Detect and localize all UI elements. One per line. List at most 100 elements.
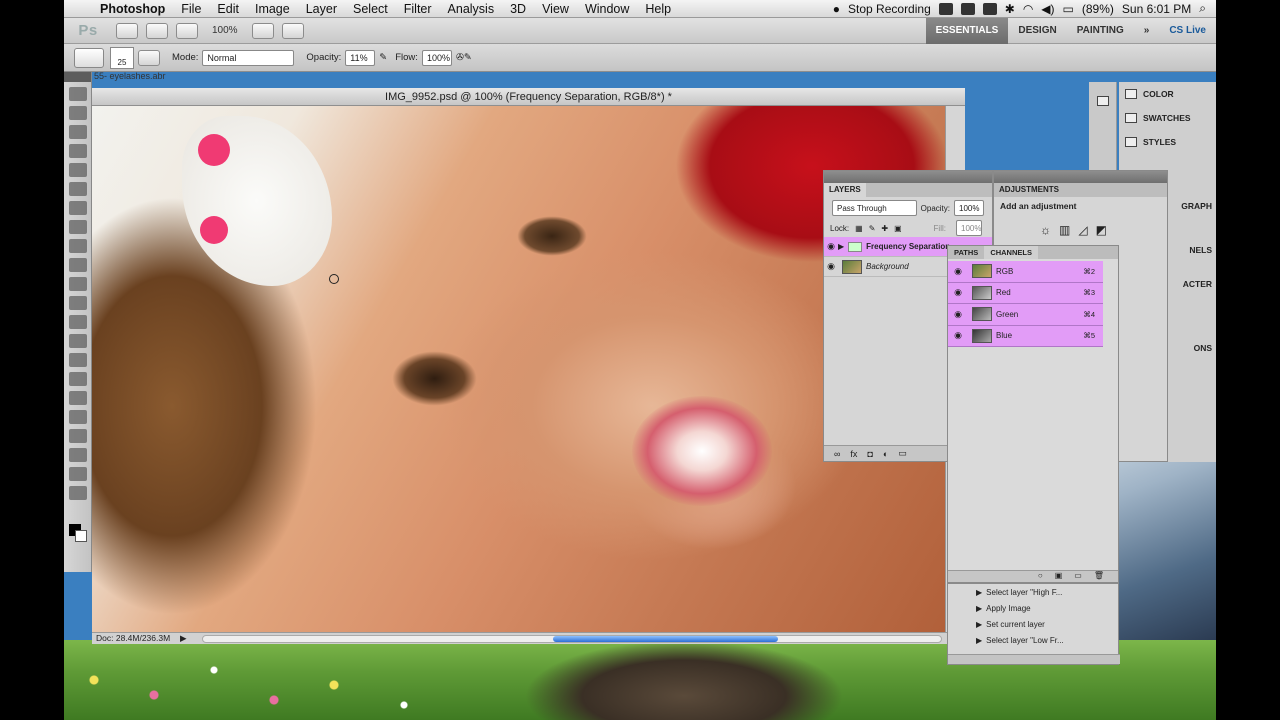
type-tool-icon[interactable]	[68, 372, 87, 386]
launch-bridge-button[interactable]	[116, 22, 138, 39]
expand-icon[interactable]: ▶	[976, 620, 982, 629]
zoom-level[interactable]: 100%	[212, 25, 238, 36]
record-icon[interactable]: ●	[833, 2, 840, 16]
background-color-swatch[interactable]	[75, 530, 87, 542]
lock-position-icon[interactable]: ✚	[881, 224, 888, 233]
status-menu-arrow-icon[interactable]: ▶	[180, 633, 187, 644]
brush-tool-icon[interactable]	[68, 220, 87, 234]
menu-select[interactable]: Select	[345, 2, 396, 16]
layer-name[interactable]: Background	[866, 262, 909, 271]
visibility-eye-icon[interactable]: ◉	[948, 309, 968, 320]
tool-preset-picker[interactable]	[74, 47, 104, 68]
tab-adjustments[interactable]: ADJUSTMENTS	[994, 183, 1167, 197]
lock-image-icon[interactable]: ✎	[869, 224, 876, 233]
opacity-input[interactable]: 11%	[345, 49, 376, 66]
clock[interactable]: Sun 6:01 PM	[1122, 2, 1191, 16]
pressure-size-icon[interactable]: ✎	[464, 52, 472, 63]
3d-rotate-tool-icon[interactable]	[68, 429, 87, 443]
tools-panel-header[interactable]	[64, 72, 91, 82]
exposure-adjust-icon[interactable]: ◩	[1096, 223, 1107, 237]
brush-panel-toggle[interactable]	[138, 49, 160, 66]
save-selection-icon[interactable]: ▣	[1055, 571, 1063, 582]
launch-minibridge-button[interactable]	[146, 22, 168, 39]
brush-size-picker[interactable]: 25	[110, 46, 134, 69]
view-extras-button[interactable]	[176, 22, 198, 39]
flow-input[interactable]: 100%	[421, 49, 452, 66]
quick-select-tool-icon[interactable]	[68, 144, 87, 158]
expand-icon[interactable]: ▶	[976, 588, 982, 597]
new-group-icon[interactable]: ▭	[898, 448, 907, 459]
menu-help[interactable]: Help	[637, 2, 679, 16]
channel-row-rgb[interactable]: ◉ RGB ⌘2	[948, 261, 1103, 283]
action-row[interactable]: ▶ Select layer "High F...	[948, 584, 1118, 600]
tray-app-icon-3[interactable]	[982, 2, 997, 15]
expand-icon[interactable]: ▶	[976, 636, 982, 645]
history-brush-tool-icon[interactable]	[68, 258, 87, 272]
dock-swatches[interactable]: SWATCHES	[1119, 106, 1216, 130]
crop-tool-icon[interactable]	[68, 163, 87, 177]
link-layers-icon[interactable]: ∞	[834, 449, 840, 459]
3d-orbit-tool-icon[interactable]	[68, 448, 87, 462]
fill-input[interactable]: 100%	[956, 220, 982, 236]
shape-tool-icon[interactable]	[68, 410, 87, 424]
lasso-tool-icon[interactable]	[68, 125, 87, 139]
action-row[interactable]: ▶ Apply Image	[948, 600, 1118, 616]
dock-color[interactable]: COLOR	[1119, 82, 1216, 106]
levels-adjust-icon[interactable]: ▥	[1059, 223, 1070, 237]
clone-stamp-tool-icon[interactable]	[68, 239, 87, 253]
mode-select[interactable]: Normal	[202, 49, 295, 66]
workspace-essentials[interactable]: ESSENTIALS	[925, 17, 1009, 44]
layer-style-icon[interactable]: fx	[850, 449, 857, 459]
action-row[interactable]: ▶ Select layer "Low Fr...	[948, 632, 1118, 648]
gradient-tool-icon[interactable]	[68, 296, 87, 310]
visibility-eye-icon[interactable]: ◉	[824, 261, 838, 272]
mini-bridge-icon[interactable]	[1096, 96, 1109, 106]
visibility-eye-icon[interactable]: ◉	[948, 330, 968, 341]
tab-channels[interactable]: CHANNELS	[984, 246, 1038, 259]
pen-tool-icon[interactable]	[68, 353, 87, 367]
lock-all-icon[interactable]: ▣	[894, 224, 902, 233]
airbrush-icon[interactable]: ✇	[456, 52, 464, 63]
bluetooth-icon[interactable]: ✱	[1005, 2, 1015, 16]
menu-analysis[interactable]: Analysis	[440, 2, 503, 16]
adjustment-layer-icon[interactable]: ◐	[883, 449, 888, 459]
menu-3d[interactable]: 3D	[502, 2, 534, 16]
image-canvas[interactable]	[92, 106, 945, 632]
new-channel-icon[interactable]: ▭	[1074, 571, 1082, 582]
marquee-tool-icon[interactable]	[68, 106, 87, 120]
layer-mask-icon[interactable]: ◘	[867, 449, 872, 459]
blur-tool-icon[interactable]	[68, 315, 87, 329]
visibility-eye-icon[interactable]: ◉	[948, 287, 968, 298]
channel-row-green[interactable]: ◉ Green ⌘4	[948, 304, 1103, 326]
curves-adjust-icon[interactable]: ◿	[1078, 223, 1087, 237]
group-expand-icon[interactable]: ▶	[838, 242, 844, 251]
battery-icon[interactable]: ▭	[1063, 2, 1074, 16]
visibility-eye-icon[interactable]: ◉	[948, 266, 968, 277]
layers-panel-titlebar[interactable]	[824, 171, 992, 183]
dodge-tool-icon[interactable]	[68, 334, 87, 348]
menu-app-name[interactable]: Photoshop	[92, 2, 173, 16]
menu-layer[interactable]: Layer	[298, 2, 345, 16]
menu-file[interactable]: File	[173, 2, 209, 16]
zoom-tool-icon[interactable]	[68, 486, 87, 500]
layers-opacity-input[interactable]: 100%	[954, 200, 984, 216]
brightness-adjust-icon[interactable]: ☼	[1040, 223, 1051, 237]
visibility-eye-icon[interactable]: ◉	[824, 241, 838, 252]
expand-icon[interactable]: ▶	[976, 604, 982, 613]
screen-mode-button[interactable]	[281, 22, 304, 39]
pressure-opacity-icon[interactable]: ✎	[379, 52, 387, 63]
horizontal-scrollbar[interactable]	[202, 635, 942, 643]
move-tool-icon[interactable]	[68, 87, 87, 101]
volume-icon[interactable]: ◀)	[1041, 2, 1054, 16]
workspace-more-button[interactable]: »	[1134, 18, 1160, 44]
adjustments-panel-titlebar[interactable]	[994, 171, 1167, 183]
wifi-icon[interactable]: ◠	[1023, 2, 1033, 16]
delete-channel-icon[interactable]: 🗑	[1094, 571, 1104, 582]
workspace-design[interactable]: DESIGN	[1008, 18, 1066, 44]
layer-name[interactable]: Frequency Separation	[866, 242, 950, 251]
dock-styles[interactable]: STYLES	[1119, 130, 1216, 154]
menu-image[interactable]: Image	[247, 2, 298, 16]
channel-row-red[interactable]: ◉ Red ⌘3	[948, 282, 1103, 304]
path-select-tool-icon[interactable]	[68, 391, 87, 405]
spotlight-icon[interactable]: ⌕	[1199, 1, 1206, 16]
